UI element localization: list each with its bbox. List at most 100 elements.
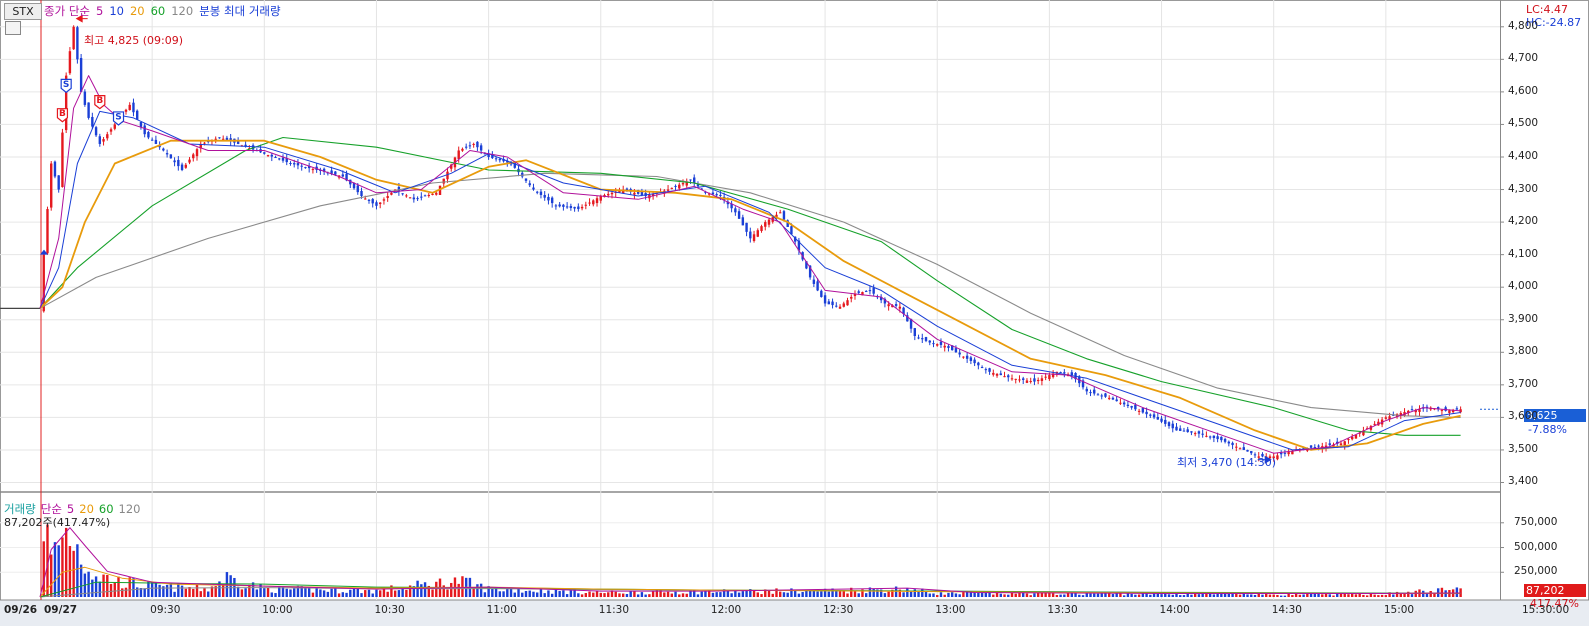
candle-body [1156, 416, 1159, 420]
volume-bar [1078, 594, 1081, 597]
candle-body [782, 211, 786, 220]
volume-bar [584, 593, 588, 597]
price-tick-label: 4,600 [1508, 84, 1539, 97]
volume-bar [263, 588, 266, 597]
volume-bar [1093, 593, 1096, 597]
marker-label: B [59, 109, 66, 119]
volume-bar [696, 594, 700, 597]
volume-bar [771, 593, 774, 597]
volume-bar [595, 590, 599, 597]
candle-body [1287, 452, 1290, 455]
volume-bar [1164, 593, 1167, 597]
volume-legend-item[interactable]: 60 [99, 502, 114, 516]
volume-bar [479, 583, 483, 597]
volume-legend-item[interactable]: 120 [119, 502, 141, 516]
legend-item[interactable]: 종가 단순 [44, 4, 90, 18]
volume-bar [984, 592, 988, 597]
candle-body [1134, 404, 1137, 410]
candle-body [1455, 408, 1459, 410]
candle-body [954, 348, 958, 353]
legend-item[interactable]: 분봉 최대 거래량 [199, 4, 280, 18]
candle-body [543, 195, 546, 198]
volume-bar [1261, 594, 1264, 597]
candle-body [674, 185, 677, 187]
candle-body [857, 291, 860, 293]
volume-bar [76, 544, 79, 597]
volume-bar [165, 584, 169, 597]
candle-body [468, 145, 472, 147]
candle-body [764, 222, 767, 227]
candle-body [1197, 431, 1201, 434]
candle-body [386, 196, 389, 198]
volume-bar [150, 581, 154, 597]
legend-item[interactable]: 20 [130, 4, 145, 18]
low-annotation: 최저 3,470 (14:30) [1177, 456, 1277, 469]
candle-body [984, 369, 988, 371]
candle-body [741, 217, 745, 226]
chart-window: B S B S STX 종가 단순 5 10 20 60 120 분봉 최대 거래량 LC:4.4… [0, 0, 1589, 626]
candle-body [827, 301, 831, 305]
candle-body [666, 189, 670, 191]
legend-item[interactable]: 5 [96, 4, 103, 18]
time-tick-label: 15:30:00 [1522, 604, 1570, 616]
symbol-button[interactable]: STX [4, 3, 42, 20]
candle-body [109, 129, 113, 132]
volume-bar [154, 582, 158, 597]
volume-bar [1074, 593, 1077, 597]
candle-body [218, 137, 221, 139]
volume-bar [965, 592, 969, 597]
candle-body [1145, 411, 1148, 415]
candle-body [1328, 443, 1331, 446]
candle-body [1182, 430, 1186, 432]
volume-bar [1362, 594, 1365, 597]
candle-body [304, 167, 307, 169]
candle-body [390, 192, 393, 195]
volume-legend-item[interactable]: 단순 [41, 502, 62, 516]
volume-bar [1122, 595, 1126, 597]
candle-body [263, 152, 266, 154]
volume-bar [64, 527, 68, 597]
legend-item[interactable]: 10 [109, 4, 124, 18]
volume-bar [1328, 594, 1331, 597]
candle-body [274, 157, 277, 159]
candle-body [1018, 379, 1021, 381]
volume-bar [622, 593, 625, 597]
candle-body [1100, 395, 1103, 397]
candle-body [1010, 378, 1014, 380]
volume-bar [678, 594, 681, 597]
legend-item[interactable]: 120 [171, 4, 193, 18]
volume-legend-item[interactable]: 거래량 [4, 502, 36, 516]
candle-body [203, 142, 206, 144]
volume-bar [1137, 594, 1141, 597]
price-volume-chart[interactable]: B S B S [0, 0, 1589, 626]
volume-bar [1171, 594, 1174, 597]
volume-legend-item[interactable]: 20 [79, 502, 94, 516]
volume-legend-item[interactable]: 5 [67, 502, 74, 516]
candle-body [334, 171, 337, 175]
candle-body [177, 159, 180, 167]
candle-body [592, 200, 595, 205]
candle-body [1216, 436, 1219, 440]
candle-body [749, 231, 752, 239]
volume-bar [1018, 592, 1021, 597]
candle-body [1036, 379, 1040, 382]
volume-bar [969, 592, 973, 597]
candle-body [379, 202, 382, 205]
volume-bar [592, 592, 595, 597]
time-tick-label: 13:30 [1047, 604, 1078, 616]
grid-toggle-icon[interactable] [5, 21, 21, 35]
candle-body [734, 208, 737, 213]
candle-body [842, 303, 845, 307]
volume-bar [906, 588, 909, 597]
candle-body [573, 206, 576, 209]
candle-body [1283, 452, 1287, 454]
legend-item[interactable]: 60 [151, 4, 166, 18]
candle-body [1141, 408, 1145, 413]
volume-bar [887, 591, 890, 597]
candle-body [947, 346, 950, 348]
volume-bar [364, 590, 367, 597]
volume-legend: 거래량 단순 5 20 60 120 [4, 502, 145, 516]
volume-bar [1025, 593, 1029, 597]
candle-body [423, 195, 427, 197]
volume-bar [633, 591, 636, 597]
